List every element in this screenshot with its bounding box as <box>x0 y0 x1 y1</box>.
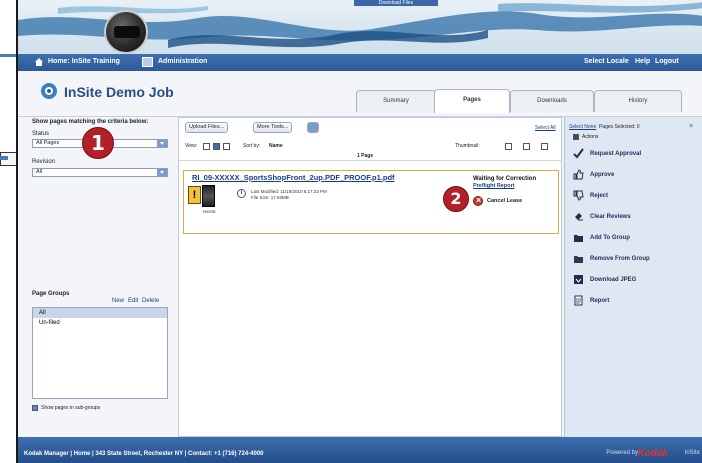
report-icon <box>574 295 583 306</box>
title-row: InSite Demo Job Summary Pages Downloads … <box>18 71 702 117</box>
help-link[interactable]: Help <box>635 58 650 65</box>
sort-select[interactable]: Name <box>269 143 283 149</box>
administration-icon[interactable] <box>142 57 153 67</box>
status-select-value: All Pages <box>36 140 60 146</box>
folder-remove-icon <box>574 256 583 263</box>
revision-label: Revision <box>32 159 56 165</box>
logout-link[interactable]: Logout <box>655 58 679 65</box>
page-count: 1 Page <box>357 153 374 159</box>
actions-header: Actions <box>582 134 599 140</box>
thumbnail-label: Thumbnail: <box>455 143 480 149</box>
filter-instruction: Show pages matching the criteria below: <box>32 119 149 125</box>
action-label: Request Approval <box>590 151 642 157</box>
view-toolbar: View: Sort by: Name Thumbnail: 1 Page <box>179 137 561 161</box>
filter-panel: Show pages matching the criteria below: … <box>18 117 176 437</box>
powered-by-text: Powered by <box>606 450 638 456</box>
thumbs-up-icon <box>573 169 584 180</box>
pages-selected-count: Pages Selected: 0 <box>599 124 640 130</box>
delete-group-link[interactable]: Delete <box>142 298 159 304</box>
action-label: Add To Group <box>590 235 630 241</box>
footer-bar: Kodak Manager | Home | 343 State Street,… <box>18 437 702 463</box>
view-label: View: <box>185 143 198 149</box>
status-label: Status <box>32 131 50 137</box>
job-icon <box>41 83 57 99</box>
select-all-link[interactable]: Select All <box>535 125 556 131</box>
upload-files-button[interactable]: Upload Files... <box>185 122 229 133</box>
download-files-button[interactable]: Download Files <box>354 0 438 6</box>
actions-panel: Select None Pages Selected: 0 × Actions … <box>564 117 702 437</box>
more-tools-button[interactable]: More Tools... <box>253 122 293 133</box>
tab-history[interactable]: History <box>594 90 682 112</box>
action-label: Remove From Group <box>590 256 650 262</box>
chevron-down-icon[interactable] <box>157 169 167 176</box>
pages-panel: Upload Files... More Tools... Select All… <box>178 117 562 437</box>
more-tools-dropdown[interactable] <box>307 122 319 133</box>
top-navbar: Home: InSite Training Administration Sel… <box>18 54 702 71</box>
thumbnail-large-icon[interactable] <box>541 143 548 150</box>
file-size-text: File Size: 17.93MB <box>251 195 289 200</box>
list-item[interactable]: All <box>33 308 167 318</box>
header-banner: Download Files <box>18 0 702 54</box>
select-locale-link[interactable]: Select Locale <box>584 58 629 65</box>
show-subgroups-checkbox[interactable] <box>32 405 38 411</box>
actions-collapse-icon[interactable] <box>573 134 579 140</box>
grid-view-icon[interactable] <box>203 143 210 150</box>
action-label: Report <box>590 298 610 304</box>
show-subgroups-label: Show pages in sub-groups <box>41 405 101 411</box>
kodak-logo-icon <box>104 10 148 54</box>
folder-add-icon <box>574 235 583 242</box>
thumbnail-medium-icon[interactable] <box>523 143 530 150</box>
background-window-marker <box>0 156 8 160</box>
warning-icon: ! <box>188 186 201 204</box>
close-icon[interactable]: × <box>689 123 693 130</box>
chevron-down-icon[interactable] <box>157 140 167 147</box>
info-icon[interactable]: i <box>237 189 246 198</box>
nav-administration-link[interactable]: Administration <box>158 58 207 65</box>
list-view-icon[interactable] <box>213 143 220 150</box>
select-none-link[interactable]: Select None <box>569 124 596 130</box>
callout-1-badge: 1 <box>82 127 114 159</box>
tab-summary[interactable]: Summary <box>356 90 436 112</box>
callout-2-badge: 2 <box>443 186 469 212</box>
cancel-lease-label[interactable]: Cancel Lease <box>487 198 522 204</box>
footer-text: Kodak Manager | Home | 343 State Street,… <box>24 451 264 457</box>
download-jpeg-icon <box>574 275 583 284</box>
page-file-link[interactable]: RI_09-XXXXX_SportsShopFront_2up.PDF_PROO… <box>192 173 395 182</box>
status-text: Waiting for Correction <box>473 176 537 182</box>
page-thumbnail[interactable] <box>202 185 215 207</box>
thumbs-down-icon <box>573 190 584 201</box>
insite-window: Download Files Home: InSite Training Adm… <box>16 0 702 463</box>
last-modified-text: Last Modified: 11/18/2010 6:17:23 PM <box>251 189 327 194</box>
preflight-report-link[interactable]: Preflight Report <box>473 183 515 189</box>
action-label: Download JPEG <box>590 277 637 283</box>
home-icon[interactable] <box>34 57 44 67</box>
cancel-lease-icon[interactable] <box>473 195 483 206</box>
page-title: InSite Demo Job <box>64 84 174 100</box>
page-groups-label: Page Groups <box>32 291 70 297</box>
tab-downloads[interactable]: Downloads <box>510 90 594 112</box>
thumbnail-caption: recent <box>203 209 216 214</box>
clear-icon <box>575 213 583 221</box>
action-label: Approve <box>590 172 615 178</box>
action-label: Clear Reviews <box>590 214 631 220</box>
edit-group-link[interactable]: Edit <box>128 298 138 304</box>
kodak-brand-text: Kodak <box>637 448 668 459</box>
revision-select[interactable]: All <box>32 168 168 177</box>
nav-home-link[interactable]: Home: InSite Training <box>48 58 120 65</box>
insite-brand-text: InSite <box>684 450 700 456</box>
list-item[interactable]: Un-filed <box>33 318 167 328</box>
page-groups-list: All Un-filed <box>32 307 168 399</box>
screenshot-stage: Download Files Home: InSite Training Adm… <box>0 0 702 463</box>
revision-select-value: All <box>36 169 43 175</box>
action-label: Reject <box>590 193 609 199</box>
checkmark-icon <box>573 148 584 159</box>
sort-label: Sort by: <box>243 143 261 149</box>
thumbnail-small-icon[interactable] <box>505 143 512 150</box>
filmstrip-view-icon[interactable] <box>223 143 230 150</box>
new-group-link[interactable]: New <box>112 298 124 304</box>
tab-pages[interactable]: Pages <box>434 89 510 113</box>
